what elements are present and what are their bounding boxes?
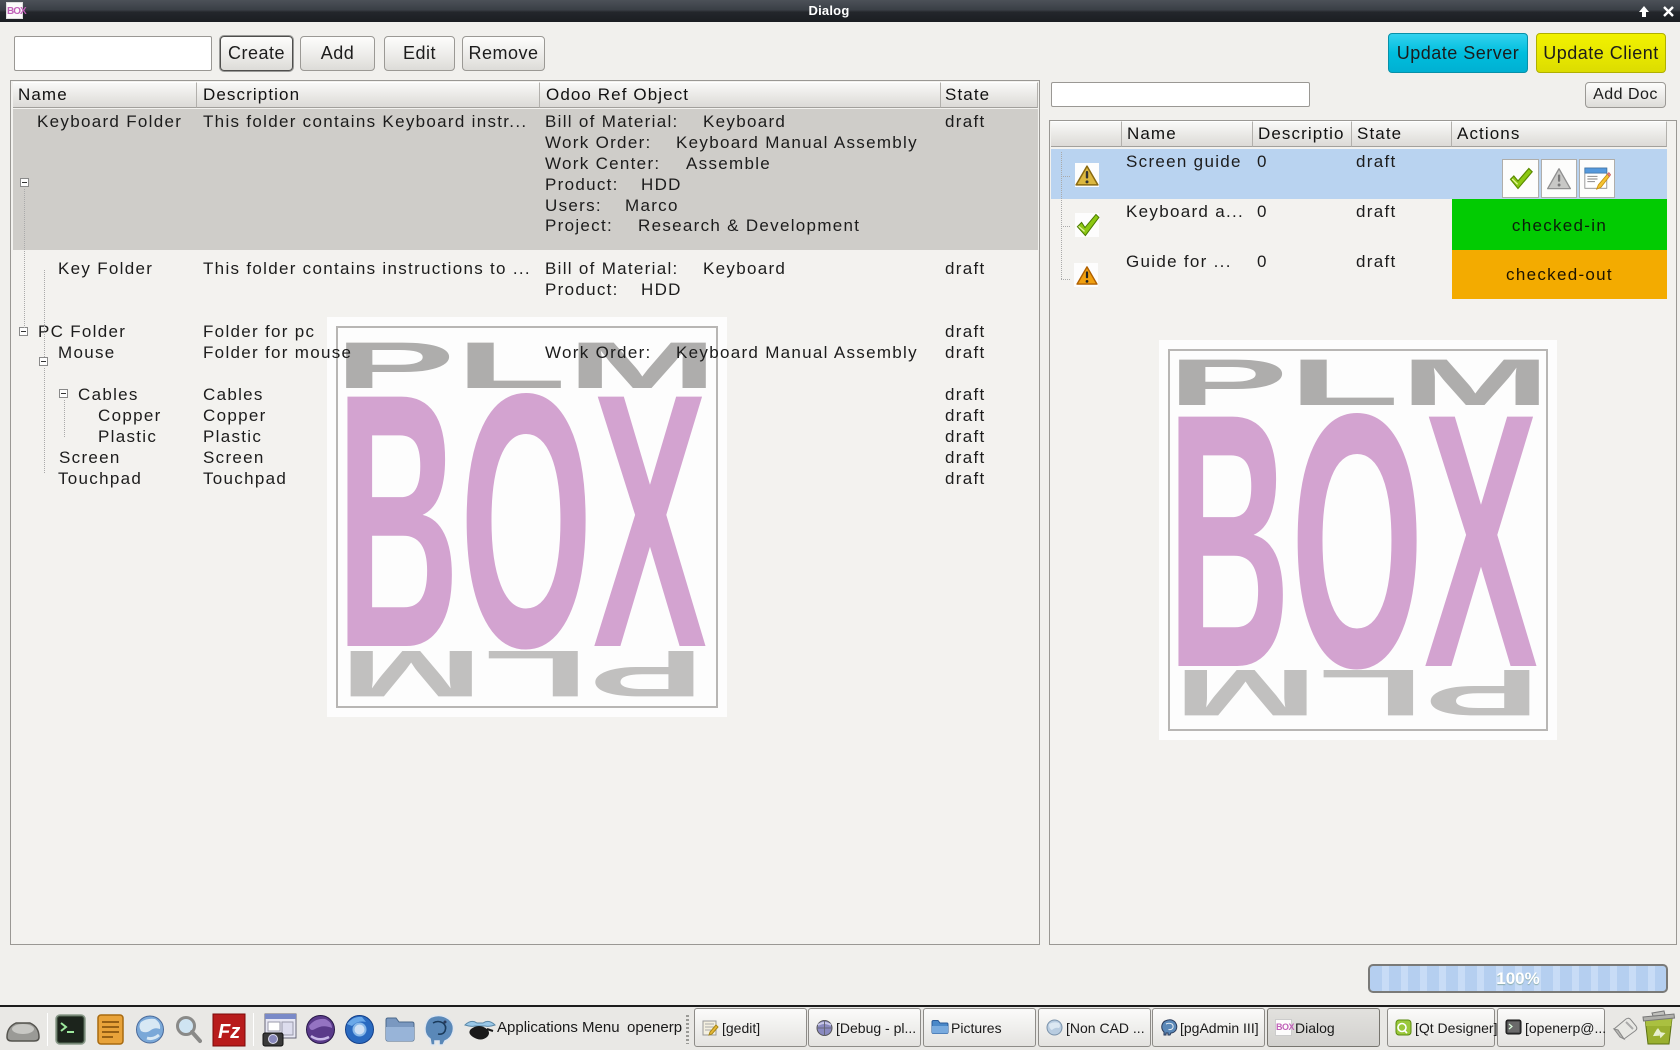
svg-text:Fz: Fz (218, 1021, 240, 1043)
svg-text:PLM: PLM (339, 637, 705, 711)
svg-text:PLM: PLM (1173, 656, 1541, 730)
